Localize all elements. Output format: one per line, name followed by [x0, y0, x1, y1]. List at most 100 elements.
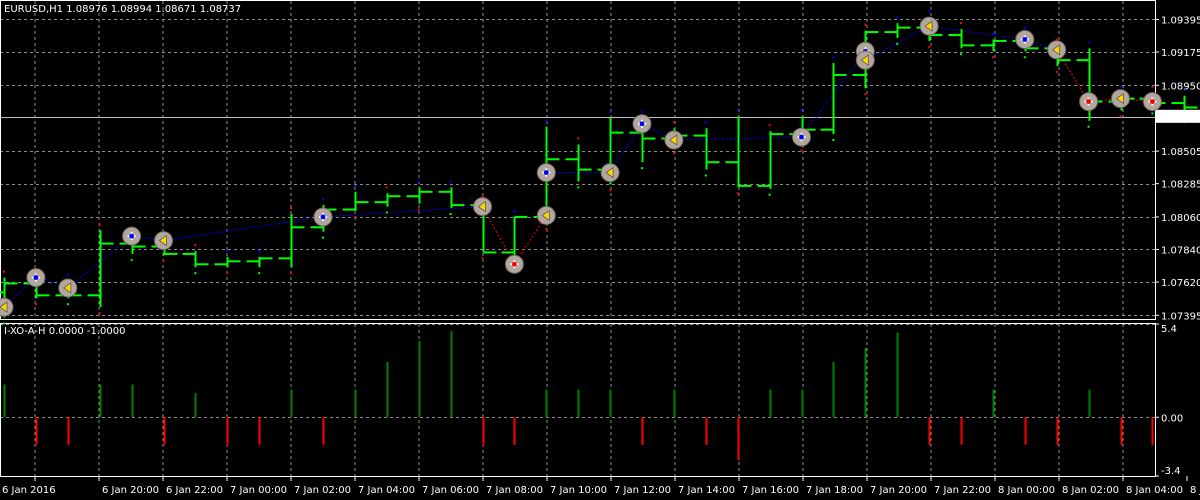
signal-marker-sell[interactable]: [504, 254, 524, 274]
signal-dot: [736, 192, 739, 195]
indicator-axis-label: 5.4: [1161, 324, 1177, 335]
signal-dot: [641, 167, 643, 170]
buy-dot-icon: [33, 275, 39, 280]
signal-dot: [928, 10, 931, 13]
signal-dot: [322, 236, 324, 239]
indicator-axis-label: 0.00: [1161, 413, 1183, 424]
sell-dot-icon: [512, 261, 517, 267]
price-axis-label: 1.08285: [1161, 180, 1200, 191]
signal-dot: [800, 149, 803, 152]
signal-marker-buy[interactable]: [792, 127, 811, 147]
time-axis-label: 7 Jan 08:00: [486, 485, 543, 496]
signal-marker-exit[interactable]: [1111, 89, 1130, 109]
signal-marker-exit[interactable]: [154, 231, 173, 251]
signal-marker-sell[interactable]: [1142, 92, 1162, 112]
signal-dot: [896, 16, 899, 19]
time-axis-label: 8 Jan 04:00: [1126, 485, 1183, 496]
signal-marker-sell[interactable]: [1079, 92, 1099, 112]
signal-dot: [864, 23, 867, 26]
signal-dot: [226, 272, 229, 275]
signal-marker-exit[interactable]: [664, 130, 684, 150]
bid-price-label: 1.08737: [1161, 113, 1200, 124]
signal-marker-exit[interactable]: [600, 163, 620, 183]
signal-dot: [704, 174, 707, 177]
signal-dot: [896, 42, 899, 45]
price-axis-label: 1.07620: [1161, 278, 1200, 289]
signal-dot: [672, 152, 675, 155]
signal-dot: [162, 260, 165, 263]
signal-dot: [928, 45, 931, 48]
signal-dot: [577, 186, 580, 189]
time-axis-label: 6 Jan 20:00: [102, 485, 159, 496]
time-axis-label: 6 Jan 22:00: [166, 485, 223, 496]
indicator-axis-label: -3.4: [1161, 466, 1181, 477]
signal-dot: [609, 110, 612, 113]
price-axis-label: 1.09395: [1161, 15, 1200, 26]
signal-dot: [1055, 38, 1058, 41]
signal-dot: [353, 184, 356, 187]
signal-marker-buy[interactable]: [313, 207, 333, 227]
signal-dot: [130, 258, 133, 261]
signal-dot: [449, 212, 452, 215]
signal-dot: [1087, 41, 1090, 44]
signal-marker-exit[interactable]: [919, 16, 939, 36]
signal-dot: [609, 189, 612, 192]
chart-canvas: 1.09395 1.09175 1.08950 1.08737 1.08505 1.082…: [0, 0, 1200, 500]
signal-marker-exit[interactable]: [0, 297, 14, 317]
buy-dot-icon: [129, 233, 135, 239]
signal-dot: [1151, 112, 1154, 115]
time-axis-label: 7 Jan 10:00: [550, 485, 607, 496]
signal-dot: [481, 257, 484, 260]
time-axis-label: 7 Jan 22:00: [934, 485, 991, 496]
time-axis-label: 7 Jan 18:00: [806, 485, 863, 496]
price-axis-label: 1.08950: [1161, 81, 1200, 92]
signal-dot: [513, 210, 516, 213]
signal-dot: [736, 109, 739, 112]
time-axis-label: 8 Jan 06:00: [1190, 485, 1200, 496]
signal-dot: [672, 121, 675, 124]
price-axis-label: 1.07840: [1161, 245, 1200, 256]
signal-marker-exit[interactable]: [536, 205, 556, 225]
signal-marker-buy[interactable]: [122, 226, 142, 246]
price-axis-label: 1.08060: [1161, 213, 1200, 224]
time-axis-label: 7 Jan 12:00: [614, 485, 671, 496]
signal-dot: [1119, 115, 1122, 118]
signal-dot: [991, 32, 994, 35]
signal-dot: [66, 303, 69, 306]
signal-dot: [3, 270, 5, 273]
buy-dot-icon: [1022, 37, 1028, 42]
signal-dot: [98, 223, 101, 226]
price-axis-label: 1.08505: [1161, 147, 1200, 158]
main-chart-title: EURUSD,H1 1.08976 1.08994 1.08671 1.0873…: [4, 4, 241, 15]
signal-marker-exit[interactable]: [1047, 40, 1067, 60]
signal-dot: [290, 272, 293, 275]
time-axis-label: 8 Jan 02:00: [1062, 485, 1119, 496]
signal-marker-buy[interactable]: [1015, 29, 1035, 49]
time-axis-label: 7 Jan 20:00: [870, 485, 927, 496]
signal-marker-exit[interactable]: [855, 50, 875, 70]
buy-dot-icon: [639, 121, 645, 127]
sell-dot-icon: [1150, 99, 1155, 104]
signal-marker-buy[interactable]: [26, 268, 46, 288]
signal-marker-buy[interactable]: [536, 163, 556, 183]
signal-dot: [385, 211, 388, 214]
sell-dot-icon: [1086, 99, 1091, 104]
signal-dot: [832, 139, 835, 142]
time-axis-label: 8 Jan 00:00: [998, 485, 1055, 496]
signal-dot: [194, 272, 197, 275]
signal-dot: [385, 186, 388, 189]
signal-marker-exit[interactable]: [473, 197, 492, 217]
time-axis-label: 7 Jan 04:00: [358, 485, 415, 496]
signal-dot: [417, 208, 420, 211]
signal-dot: [704, 121, 707, 124]
buy-dot-icon: [543, 170, 549, 175]
signal-dot: [832, 56, 835, 59]
signal-marker-exit[interactable]: [58, 278, 78, 298]
time-axis-label: 6 Jan 2016: [2, 485, 56, 496]
signal-dot: [577, 137, 580, 140]
price-axis-label: 1.09175: [1161, 48, 1200, 59]
signal-marker-buy[interactable]: [632, 114, 652, 134]
signal-dot: [768, 193, 771, 196]
signal-dot: [290, 207, 293, 210]
price-axis-label: 1.07395: [1161, 311, 1200, 322]
